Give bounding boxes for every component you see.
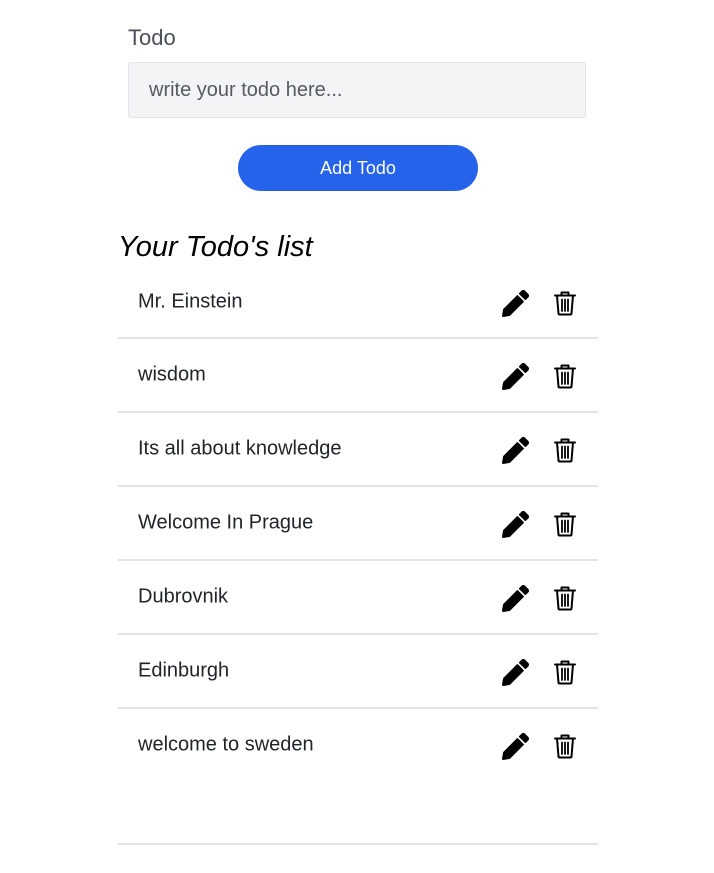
todo-text: welcome to sweden	[138, 733, 314, 756]
delete-button[interactable]	[551, 584, 579, 612]
pencil-icon	[501, 510, 529, 538]
todo-item: wisdom	[118, 339, 598, 413]
trash-icon	[554, 291, 576, 316]
add-todo-button[interactable]: Add Todo	[238, 145, 478, 191]
delete-button[interactable]	[551, 510, 579, 538]
pencil-icon	[501, 658, 529, 686]
delete-button[interactable]	[551, 658, 579, 686]
pencil-icon	[501, 436, 529, 464]
pencil-icon	[501, 584, 529, 612]
trash-icon	[554, 438, 576, 463]
trash-icon	[554, 660, 576, 685]
todo-text: wisdom	[138, 363, 206, 386]
edit-button[interactable]	[501, 732, 529, 760]
trash-icon	[554, 734, 576, 759]
edit-button[interactable]	[501, 362, 529, 390]
todo-text: Its all about knowledge	[138, 437, 342, 460]
edit-button[interactable]	[501, 436, 529, 464]
todo-list: Mr. Einstein wisdom Its all about knowle…	[118, 266, 598, 845]
edit-button[interactable]	[501, 658, 529, 686]
edit-button[interactable]	[501, 584, 529, 612]
todo-item: Mr. Einstein	[118, 266, 598, 339]
todo-item: welcome to sweden	[118, 709, 598, 845]
todo-item: Dubrovnik	[118, 561, 598, 635]
delete-button[interactable]	[551, 436, 579, 464]
pencil-icon	[501, 362, 529, 390]
trash-icon	[554, 586, 576, 611]
todo-text: Mr. Einstein	[138, 290, 243, 313]
edit-button[interactable]	[501, 510, 529, 538]
todo-text: Dubrovnik	[138, 585, 229, 608]
delete-button[interactable]	[551, 362, 579, 390]
todo-text: Edinburgh	[138, 659, 230, 682]
pencil-icon	[501, 289, 529, 317]
todo-item: Edinburgh	[118, 635, 598, 709]
pencil-icon	[501, 732, 529, 760]
todo-app: Todo Add Todo Your Todo's list Mr. Einst…	[0, 0, 714, 873]
todo-item: Its all about knowledge	[118, 413, 598, 487]
todo-input[interactable]	[128, 62, 586, 118]
todo-item: Welcome In Prague	[118, 487, 598, 561]
delete-button[interactable]	[551, 732, 579, 760]
trash-icon	[554, 512, 576, 537]
todo-label: Todo	[128, 25, 176, 50]
delete-button[interactable]	[551, 289, 579, 317]
edit-button[interactable]	[501, 289, 529, 317]
todo-text: Welcome In Prague	[138, 511, 314, 534]
trash-icon	[554, 364, 576, 389]
list-title: Your Todo's list	[118, 231, 313, 263]
